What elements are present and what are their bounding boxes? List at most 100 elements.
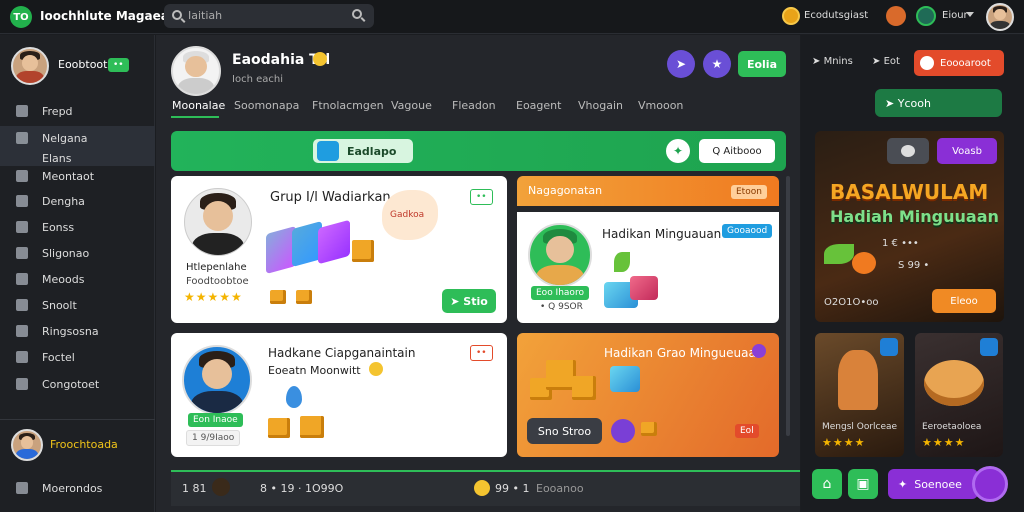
- promo-btn1[interactable]: [887, 138, 929, 164]
- card1-sub: Foodtoobtoe: [186, 276, 249, 287]
- card4-button[interactable]: Sno Stroo: [527, 418, 602, 444]
- timer-icon[interactable]: [212, 478, 230, 496]
- banner-right-button[interactable]: Q Aitbooo: [699, 139, 775, 163]
- card2-header-title: Nagagonatan: [528, 184, 603, 197]
- toggle-icon: [901, 145, 915, 157]
- sidebar-item-label: Congotoet: [42, 377, 100, 391]
- card1-button[interactable]: ➤ Stio: [442, 289, 496, 313]
- card2-label2: • Q 9SOR: [540, 302, 583, 312]
- gift-icon[interactable]: [886, 6, 906, 26]
- sidebar-item-7[interactable]: Meoods: [0, 267, 155, 291]
- image-icon: [16, 195, 28, 207]
- leaf-icon: [614, 252, 630, 272]
- globe-icon[interactable]: [916, 6, 936, 26]
- card4-tag[interactable]: Eol: [735, 424, 759, 438]
- sidebar-item-label: Nelgana: [42, 131, 88, 145]
- store-icon[interactable]: ▣: [848, 469, 878, 499]
- game-icon[interactable]: ✦: [666, 139, 690, 163]
- tab-5[interactable]: Eoagent: [516, 99, 561, 112]
- right-item-1[interactable]: ➤ Eot: [872, 56, 900, 67]
- chart-icon: [16, 247, 28, 259]
- card2-label1: Eoo Ihaoro: [531, 286, 589, 300]
- tab-4[interactable]: Fleadon: [452, 99, 496, 112]
- bottombar-right1: 99 • 1: [495, 482, 530, 495]
- card1-name: Htlepenlahe: [186, 262, 247, 273]
- sidebar-item-9[interactable]: Ringsosna: [0, 319, 155, 343]
- coin-icon: [782, 7, 800, 25]
- share-icon[interactable]: [980, 338, 998, 356]
- search-app-icon: [317, 141, 339, 161]
- profile-avatar[interactable]: [11, 47, 49, 85]
- sidebar-footer-item[interactable]: Moerondos: [0, 476, 155, 500]
- sidebar-item-5[interactable]: Eonss: [0, 215, 155, 239]
- banner-button[interactable]: Eadlapo: [313, 139, 413, 163]
- gold-cube-icon: [300, 416, 324, 438]
- sidebar-item-1[interactable]: Nelgana: [0, 126, 155, 150]
- send-icon[interactable]: ➤: [667, 50, 695, 78]
- home-icon[interactable]: ⌂: [812, 469, 842, 499]
- sidebar-item-label: Sligonao: [42, 246, 90, 260]
- flag-icon: [920, 56, 934, 70]
- header-button[interactable]: Eolia: [738, 51, 786, 77]
- green-pill[interactable]: ➤ Ycooh: [875, 89, 1002, 117]
- sidebar-item-10[interactable]: Foctel: [0, 345, 155, 369]
- sidebar-item-11[interactable]: Congotoet: [0, 372, 155, 396]
- chevron-down-icon[interactable]: [966, 12, 974, 17]
- bottom-purple-button[interactable]: ✦ Soenoee: [888, 469, 978, 499]
- orb-icon: [611, 419, 635, 443]
- scrollbar[interactable]: [786, 176, 790, 436]
- top-right-button[interactable]: Eoooaroot: [914, 50, 1004, 76]
- tab-1[interactable]: Soomonapa: [234, 99, 299, 112]
- sidebar-item-0[interactable]: Frepd: [0, 99, 155, 123]
- search-input[interactable]: Iaitiah: [164, 4, 374, 28]
- tab-active-indicator: [171, 116, 219, 118]
- tab-7[interactable]: Vmooon: [638, 99, 683, 112]
- right-item-label: Eot: [883, 56, 900, 67]
- cube-icon: [630, 276, 658, 300]
- card2-avatar: [528, 223, 592, 287]
- settings-icon: [16, 378, 28, 390]
- emoji-icon: [313, 52, 327, 66]
- profile-name: Eoobtoot: [58, 58, 108, 71]
- home-icon: [16, 105, 28, 117]
- grid-icon: [16, 273, 28, 285]
- footer-user[interactable]: Froochtoada: [50, 438, 118, 451]
- mini-card-b-label: Eeroetaoloea: [922, 422, 982, 432]
- sidebar-item-label: Dengha: [42, 194, 85, 208]
- card1-title: Grup I/l Wadiarkan: [270, 190, 391, 205]
- tab-2[interactable]: Ftnolacmgen: [312, 99, 384, 112]
- sidebar-item-6[interactable]: Sligonao: [0, 241, 155, 265]
- top-right-button-label: Eoooaroot: [940, 57, 991, 69]
- card2-badge[interactable]: Gooaood: [722, 224, 773, 238]
- banner-button-label: Eadlapo: [347, 144, 397, 158]
- tab-0[interactable]: Moonalae: [172, 99, 225, 112]
- star-icon[interactable]: ★: [703, 50, 731, 78]
- compass-icon[interactable]: [972, 466, 1008, 502]
- food-image: [924, 360, 984, 406]
- card1-tag: Gadkoa: [390, 210, 425, 220]
- sidebar-item-label: Foctel: [42, 350, 75, 364]
- coin-label[interactable]: Ecodutsgiast: [804, 10, 868, 21]
- emoji-icon: [369, 362, 383, 376]
- gem-icon: [752, 344, 766, 358]
- tab-3[interactable]: Vagoue: [391, 99, 432, 112]
- bottombar-right2: Eooanoo: [536, 482, 584, 495]
- share-icon[interactable]: [880, 338, 898, 356]
- card3-label1: Eon Inaoe: [188, 413, 243, 427]
- sidebar-item-3[interactable]: Meontaot: [0, 164, 155, 188]
- search-icon: [172, 10, 182, 20]
- user-avatar[interactable]: [986, 3, 1014, 31]
- user-label[interactable]: Eiour: [942, 10, 968, 21]
- search-submit-icon[interactable]: [352, 9, 362, 19]
- app-logo-icon[interactable]: TO: [10, 6, 32, 28]
- sidebar-item-4[interactable]: Dengha: [0, 189, 155, 213]
- tab-6[interactable]: Vhogain: [578, 99, 623, 112]
- promo-footer-button[interactable]: Eleoo: [932, 289, 996, 313]
- bottombar-mid: 8 • 19 · 1O99O: [260, 482, 344, 495]
- header-avatar[interactable]: [171, 46, 221, 96]
- sidebar-item-8[interactable]: Snoolt: [0, 293, 155, 317]
- promo-btn2[interactable]: Voasb: [937, 138, 997, 164]
- right-item-0[interactable]: ➤ Mnins: [812, 56, 853, 67]
- gear-icon: [16, 482, 28, 494]
- footer-avatar[interactable]: [11, 429, 43, 461]
